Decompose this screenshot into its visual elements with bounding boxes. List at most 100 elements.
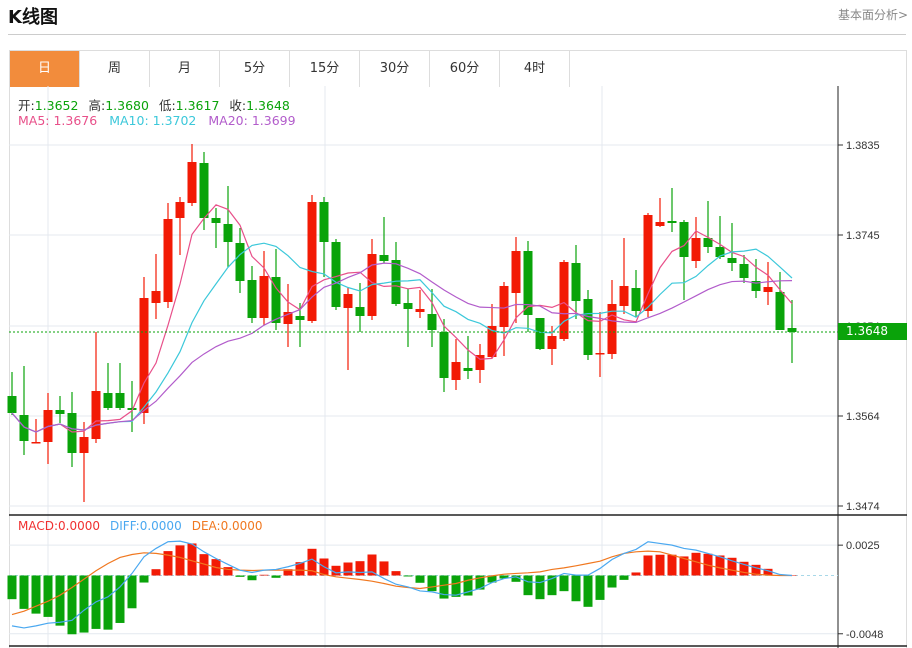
macd-bar — [607, 575, 617, 588]
macd-bar — [427, 575, 437, 592]
candle-body — [631, 288, 641, 311]
candle-body — [511, 251, 521, 293]
macd-bar — [403, 575, 413, 577]
macd-bar — [43, 575, 53, 617]
macd-bar — [655, 554, 665, 576]
macd-bar — [691, 552, 701, 576]
candle-body — [175, 202, 185, 218]
candle-body — [223, 224, 233, 242]
candle-body — [67, 413, 77, 453]
macd-bar — [631, 572, 641, 576]
low-value: 1.3617 — [175, 98, 220, 113]
ma20-value: MA20: 1.3699 — [208, 113, 296, 128]
candle-body — [91, 391, 101, 439]
candle-body — [31, 442, 41, 444]
ma10-value: MA10: 1.3702 — [109, 113, 197, 128]
candle-body — [79, 437, 89, 453]
macd-bar — [79, 575, 89, 633]
macd-bar — [379, 561, 389, 576]
ma-legend: MA5: 1.3676 MA10: 1.3702 MA20: 1.3699 — [18, 113, 300, 128]
close-label: 收: — [229, 98, 247, 113]
macd-bar — [451, 575, 461, 597]
candle-body — [439, 332, 449, 378]
macd-bar — [595, 575, 605, 600]
macd-legend: MACD:0.0000 DIFF:0.0000 DEA:0.0000 — [18, 519, 267, 533]
candle-body — [139, 298, 149, 413]
macd-bar — [19, 575, 29, 609]
macd-bar — [559, 575, 569, 592]
macd-tick-label: 0.0025 — [846, 540, 880, 552]
macd-bar — [7, 575, 17, 600]
macd-bar — [583, 575, 593, 607]
candle-body — [727, 258, 737, 263]
macd-bar — [175, 545, 185, 576]
y-tick-label: 1.3745 — [846, 230, 880, 242]
macd-bar — [127, 575, 137, 609]
candle-body — [547, 336, 557, 349]
candle-body — [247, 280, 257, 318]
y-tick-label: 1.3474 — [846, 501, 880, 513]
candle-body — [787, 328, 797, 332]
candle-body — [763, 287, 773, 292]
y-tick-label: 1.3564 — [846, 411, 880, 423]
candle-body — [379, 255, 389, 261]
macd-bar — [667, 554, 677, 576]
candle-body — [343, 294, 353, 308]
candle-body — [163, 219, 173, 302]
high-label: 高: — [88, 98, 106, 113]
macd-bar — [343, 562, 353, 576]
dea-value: DEA:0.0000 — [191, 519, 263, 533]
y-tick-label: 1.3835 — [846, 140, 880, 152]
macd-bar — [523, 575, 533, 596]
macd-bar — [643, 555, 653, 576]
candle-body — [559, 262, 569, 339]
macd-bar — [271, 575, 281, 578]
ma5-value: MA5: 1.3676 — [18, 113, 98, 128]
macd-bar — [571, 575, 581, 602]
candle-body — [691, 238, 701, 261]
macd-tick-label: -0.0048 — [846, 629, 883, 641]
candle-body — [319, 202, 329, 242]
candle-body — [331, 242, 341, 307]
candle-body — [535, 318, 545, 349]
kline-widget: K线图 基本面分析> 日 周 月 5分 15分 30分 60分 4时 1.383… — [0, 0, 912, 648]
macd-bar — [67, 575, 77, 635]
ma5-line — [11, 204, 793, 433]
candle-body — [679, 222, 689, 257]
candle-body — [595, 353, 605, 355]
candle-body — [427, 314, 437, 330]
ma20-line — [11, 262, 793, 433]
open-value: 1.3652 — [34, 98, 79, 113]
candle-body — [115, 393, 125, 408]
macd-bar — [259, 574, 269, 576]
candle-body — [307, 202, 317, 321]
candle-body — [619, 286, 629, 306]
macd-bar — [235, 575, 245, 577]
candle-body — [295, 316, 305, 320]
macd-bar — [355, 561, 365, 576]
candle-body — [355, 307, 365, 316]
macd-bar — [415, 575, 425, 583]
candle-body — [583, 299, 593, 355]
candle-body — [403, 303, 413, 309]
macd-bar — [55, 575, 65, 626]
candle-body — [643, 215, 653, 311]
macd-value: MACD:0.0000 — [18, 519, 101, 533]
candle-body — [463, 368, 473, 371]
candle-body — [103, 393, 113, 408]
candle-body — [211, 218, 221, 223]
candle-body — [7, 396, 17, 413]
diff-value: DIFF:0.0000 — [110, 519, 182, 533]
candle-body — [151, 291, 161, 303]
candle-body — [199, 163, 209, 218]
macd-bar — [247, 575, 257, 581]
macd-bar — [619, 575, 629, 580]
current-price-label: 1.3648 — [838, 323, 907, 340]
candle-body — [187, 162, 197, 203]
open-label: 开: — [18, 98, 35, 113]
candle-body — [667, 221, 677, 223]
macd-bar — [103, 575, 113, 630]
candle-body — [55, 410, 65, 414]
candle-body — [235, 243, 245, 281]
ma10-line — [11, 242, 793, 433]
